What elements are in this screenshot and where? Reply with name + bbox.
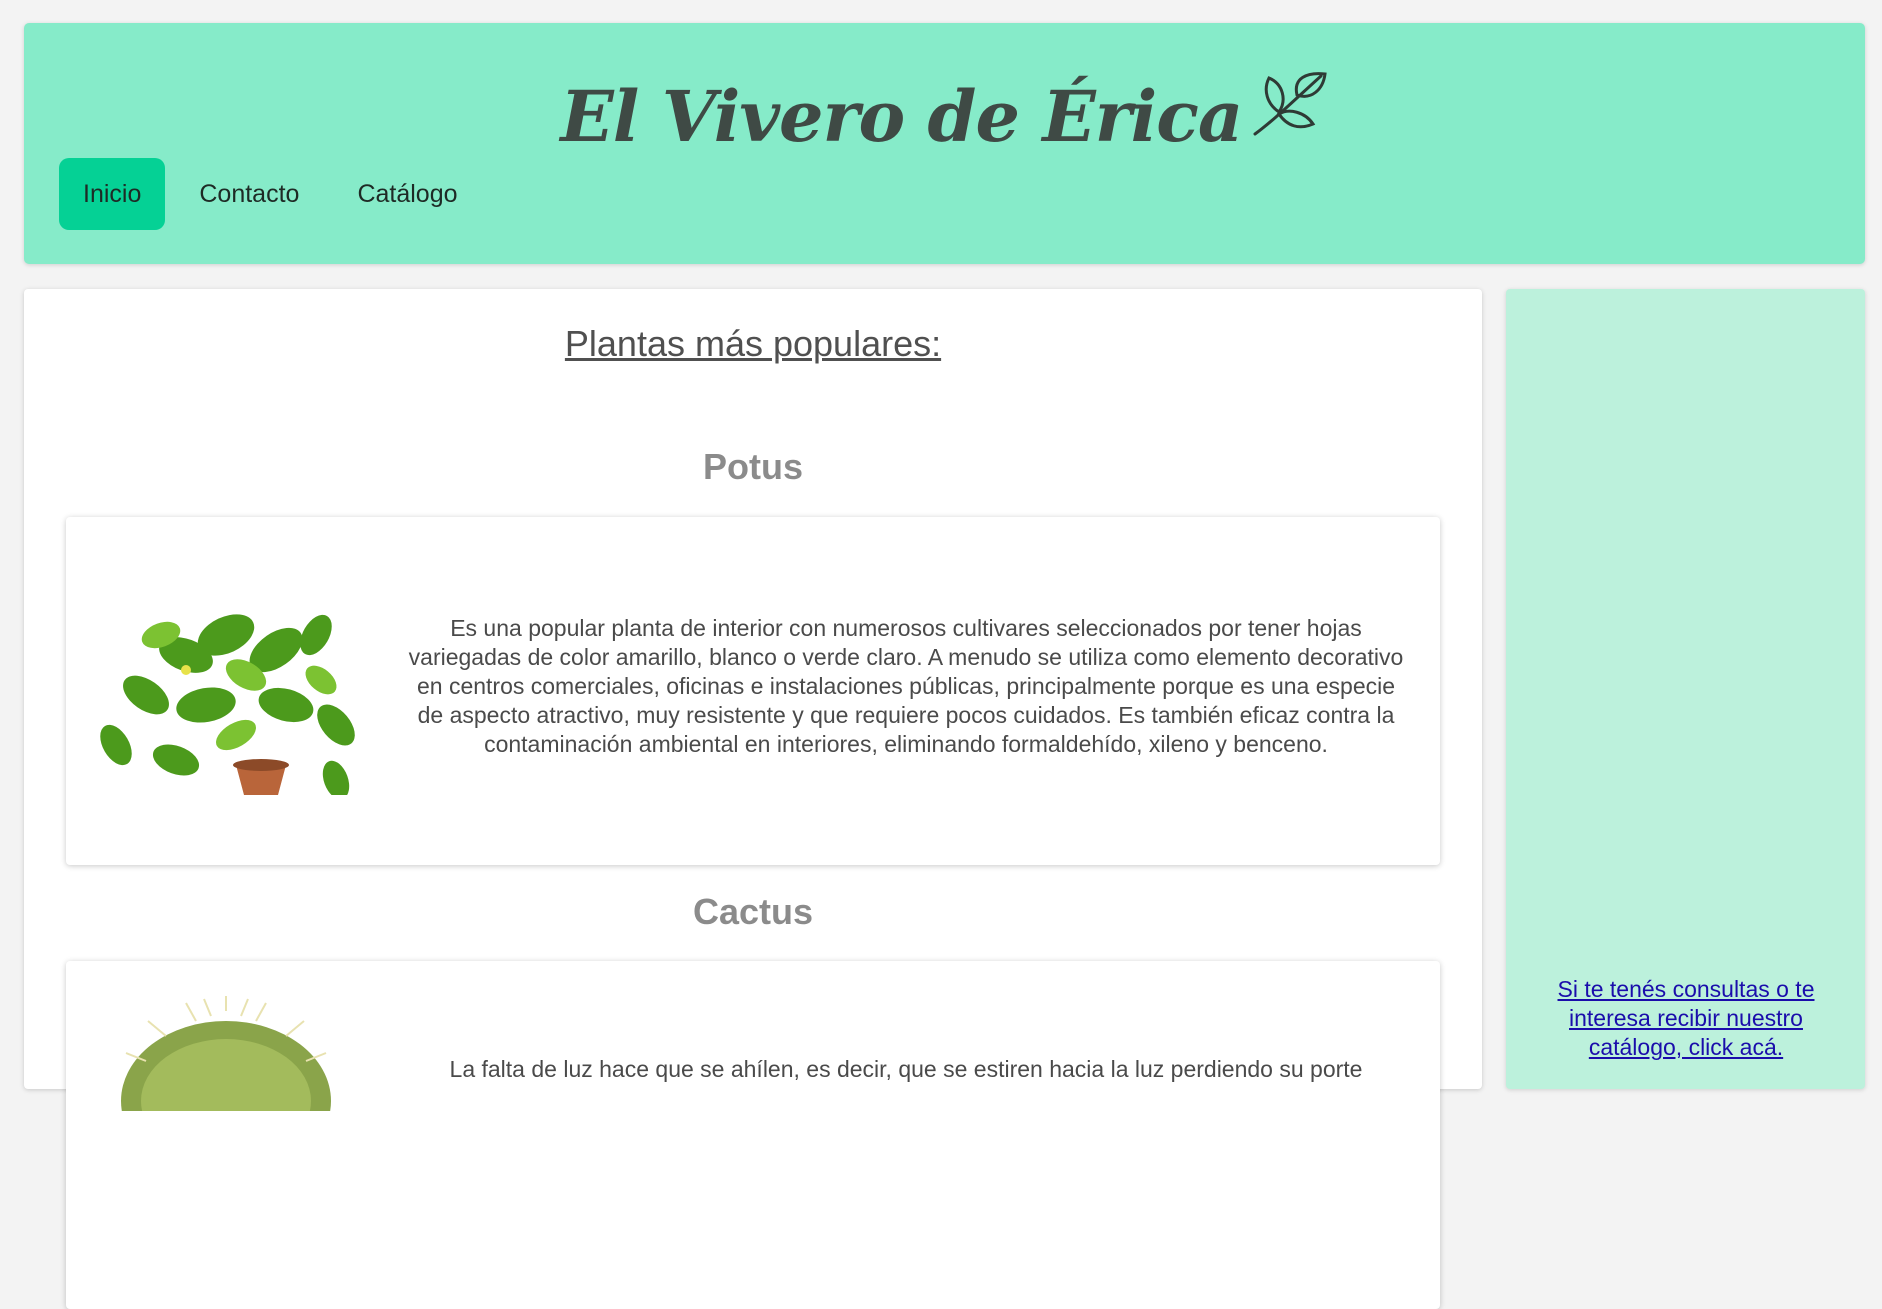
sidebar: Si te tenés consultas o te interesa reci… bbox=[1506, 289, 1865, 1089]
plant-description-cactus: La falta de luz hace que se ahílen, es d… bbox=[449, 1056, 1363, 1082]
nav-item-contacto[interactable]: Contacto bbox=[175, 158, 323, 230]
cactus-image bbox=[86, 991, 366, 1181]
main-nav: Inicio Contacto Catálogo bbox=[59, 158, 492, 230]
plant-card-cactus: La falta de luz hace que se ahílen, es d… bbox=[66, 961, 1440, 1309]
site-title: El Vivero de Érica bbox=[560, 75, 1243, 158]
site-header: El Vivero de Érica Inicio Contacto Catál… bbox=[24, 23, 1865, 264]
contact-catalog-link[interactable]: Si te tenés consultas o te interesa reci… bbox=[1536, 975, 1836, 1062]
page-title: Plantas más populares: bbox=[564, 323, 942, 364]
plant-card-potus: Es una popular planta de interior con nu… bbox=[66, 517, 1440, 865]
plant-description-potus: Es una popular planta de interior con nu… bbox=[408, 615, 1404, 757]
plant-name-cactus: Cactus bbox=[692, 891, 814, 932]
plant-name-potus: Potus bbox=[702, 446, 803, 487]
leaf-branch-icon bbox=[1249, 70, 1329, 143]
potus-image bbox=[86, 595, 366, 800]
nav-item-catalogo[interactable]: Catálogo bbox=[333, 158, 481, 230]
main-content: Plantas más populares: Potus Es una popu… bbox=[24, 289, 1482, 1309]
brand: El Vivero de Érica bbox=[24, 72, 1865, 158]
nav-item-inicio[interactable]: Inicio bbox=[59, 158, 166, 230]
